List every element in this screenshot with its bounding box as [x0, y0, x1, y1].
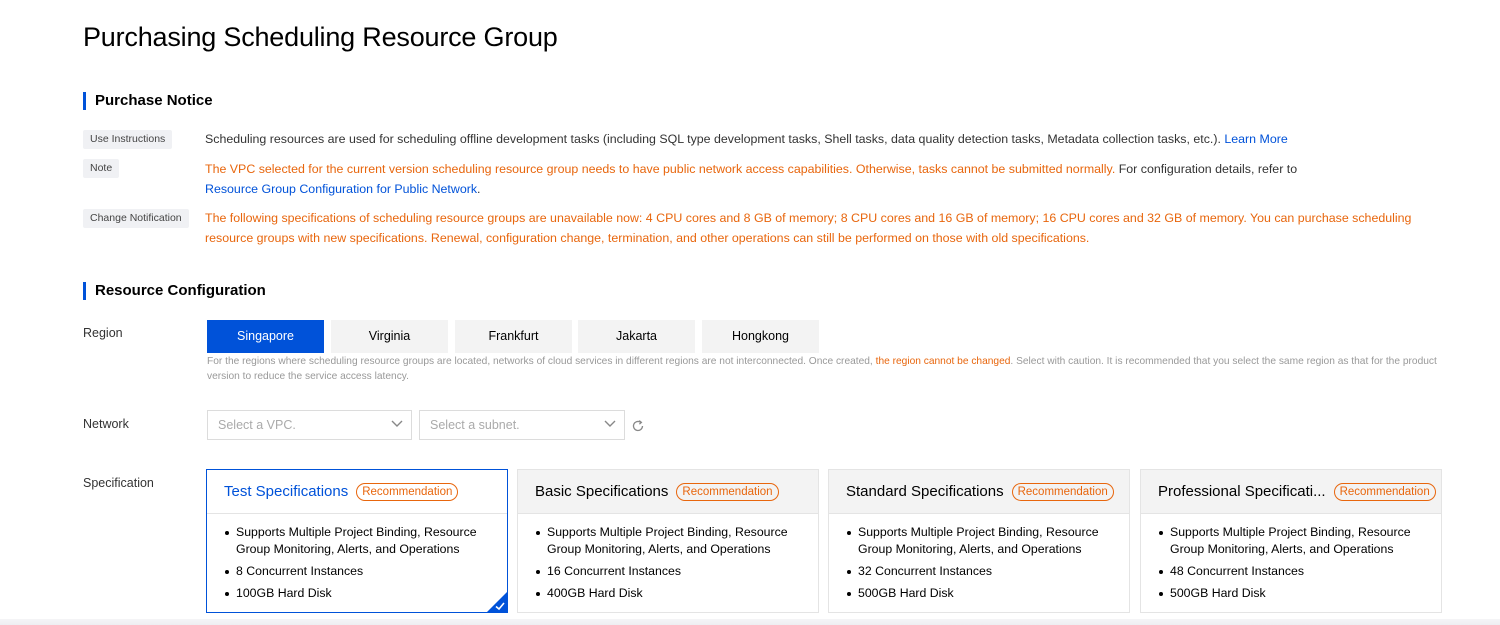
subnet-select[interactable]: Select a subnet. [419, 410, 625, 440]
region-option-jakarta[interactable]: Jakarta [578, 320, 695, 353]
change-notification-text: The following specifications of scheduli… [205, 211, 1412, 245]
chevron-down-icon [391, 420, 403, 427]
recommendation-badge: Recommendation [1011, 482, 1114, 501]
feature-item: Supports Multiple Project Binding, Resou… [535, 524, 806, 558]
spec-card-header: Professional Specificati... Recommendati… [1141, 470, 1441, 514]
purchase-notice-title: Purchase Notice [83, 92, 213, 110]
chevron-down-icon [604, 420, 616, 427]
use-instructions-body: Scheduling resources are used for schedu… [205, 132, 1221, 146]
spec-card-title: Professional Specificati... [1158, 483, 1326, 500]
region-hint-before: For the regions where scheduling resourc… [207, 356, 873, 367]
feature-item: Supports Multiple Project Binding, Resou… [224, 524, 495, 558]
region-label: Region [83, 326, 123, 340]
spec-card-test[interactable]: Test Specifications Recommendation Suppo… [206, 469, 508, 613]
region-hint: For the regions where scheduling resourc… [207, 354, 1452, 384]
region-option-hongkong[interactable]: Hongkong [702, 320, 819, 353]
specification-label: Specification [83, 476, 154, 490]
spec-card-title: Basic Specifications [535, 483, 669, 500]
spec-card-header: Basic Specifications Recommendation [518, 470, 818, 514]
subnet-select-placeholder: Select a subnet. [430, 418, 520, 432]
spec-card-header: Test Specifications Recommendation [207, 470, 507, 514]
spec-card-features: Supports Multiple Project Binding, Resou… [829, 514, 1129, 602]
refresh-icon[interactable] [631, 419, 645, 433]
region-hint-warning: the region cannot be changed [875, 356, 1011, 367]
feature-item: 400GB Hard Disk [535, 585, 806, 602]
checkmark-icon [487, 592, 507, 612]
note-text: The VPC selected for the current version… [205, 159, 1435, 199]
use-instructions-text: Scheduling resources are used for schedu… [205, 129, 1435, 149]
page-title: Purchasing Scheduling Resource Group [83, 22, 558, 52]
note-tag: Note [83, 159, 120, 178]
spec-card-basic[interactable]: Basic Specifications Recommendation Supp… [517, 469, 819, 613]
note-warning: The VPC selected for the current version… [205, 162, 1116, 176]
recommendation-badge: Recommendation [1333, 482, 1436, 501]
network-label: Network [83, 417, 129, 431]
learn-more-link[interactable]: Learn More [1224, 132, 1287, 146]
public-network-config-link[interactable]: Resource Group Configuration for Public … [205, 182, 477, 196]
spec-card-title: Standard Specifications [846, 483, 1004, 500]
feature-item: 100GB Hard Disk [224, 585, 495, 602]
spec-card-title: Test Specifications [224, 483, 349, 500]
change-notification-tag: Change Notification [83, 209, 189, 228]
use-instructions-tag: Use Instructions [83, 130, 173, 149]
region-option-virginia[interactable]: Virginia [331, 320, 448, 353]
spec-card-features: Supports Multiple Project Binding, Resou… [1141, 514, 1441, 602]
feature-item: 500GB Hard Disk [1158, 585, 1429, 602]
feature-item: 32 Concurrent Instances [846, 563, 1117, 580]
spec-card-professional[interactable]: Professional Specificati... Recommendati… [1140, 469, 1442, 613]
feature-item: Supports Multiple Project Binding, Resou… [1158, 524, 1429, 558]
vpc-select[interactable]: Select a VPC. [207, 410, 412, 440]
note-tail: . [477, 182, 481, 196]
region-option-frankfurt[interactable]: Frankfurt [455, 320, 572, 353]
bottom-bar-edge [0, 619, 1500, 625]
feature-item: Supports Multiple Project Binding, Resou… [846, 524, 1117, 558]
spec-card-features: Supports Multiple Project Binding, Resou… [518, 514, 818, 602]
resource-configuration-title: Resource Configuration [83, 282, 266, 300]
feature-item: 16 Concurrent Instances [535, 563, 806, 580]
recommendation-badge: Recommendation [356, 482, 459, 501]
spec-card-features: Supports Multiple Project Binding, Resou… [207, 514, 507, 602]
spec-card-standard[interactable]: Standard Specifications Recommendation S… [828, 469, 1130, 613]
feature-item: 8 Concurrent Instances [224, 563, 495, 580]
recommendation-badge: Recommendation [676, 482, 779, 501]
spec-card-header: Standard Specifications Recommendation [829, 470, 1129, 514]
feature-item: 48 Concurrent Instances [1158, 563, 1429, 580]
vpc-select-placeholder: Select a VPC. [218, 418, 296, 432]
note-body: For configuration details, refer to [1118, 162, 1298, 176]
feature-item: 500GB Hard Disk [846, 585, 1117, 602]
region-option-singapore[interactable]: Singapore [207, 320, 324, 353]
